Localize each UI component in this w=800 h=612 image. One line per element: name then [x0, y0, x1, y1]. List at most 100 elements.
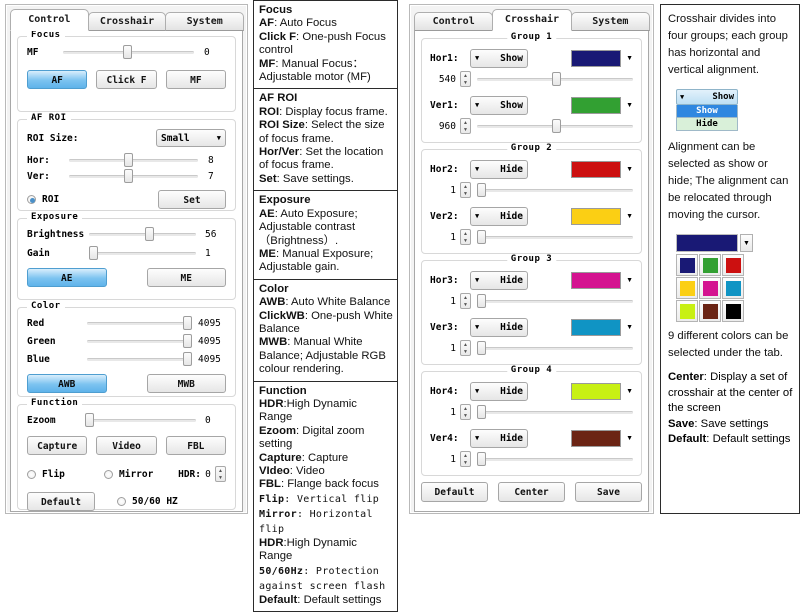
stepper-down-icon[interactable]: ▼: [463, 461, 468, 465]
stepper-down-icon[interactable]: ▼: [463, 239, 468, 243]
gain-slider[interactable]: [89, 247, 196, 259]
chevron-down-icon[interactable]: ▼: [626, 388, 633, 395]
demo-option-show[interactable]: Show: [676, 105, 738, 118]
stepper-up-icon[interactable]: ▲: [463, 121, 468, 125]
roi-radio[interactable]: [27, 195, 36, 204]
red-slider[interactable]: [87, 317, 192, 329]
position-slider-knob[interactable]: [477, 294, 486, 308]
video-button[interactable]: Video: [96, 436, 156, 455]
roi-size-combo[interactable]: Small ▼: [156, 129, 226, 147]
position-slider[interactable]: [477, 231, 633, 243]
roi-ver-knob[interactable]: [124, 169, 133, 183]
palette-swatch-2[interactable]: [699, 254, 721, 276]
position-stepper[interactable]: ▲▼: [460, 229, 471, 245]
hz-radio[interactable]: [117, 497, 126, 506]
palette-swatch-3[interactable]: [722, 254, 744, 276]
mf-slider[interactable]: [63, 46, 194, 58]
stepper-down-icon[interactable]: ▼: [218, 476, 223, 480]
stepper-up-icon[interactable]: ▲: [463, 343, 468, 347]
position-stepper[interactable]: ▲▼: [460, 71, 471, 87]
position-slider-knob[interactable]: [477, 230, 486, 244]
palette-swatch-6[interactable]: [722, 277, 744, 299]
stepper-down-icon[interactable]: ▼: [463, 414, 468, 418]
click-f-button[interactable]: Click F: [96, 70, 156, 89]
palette-current-swatch[interactable]: [676, 234, 738, 252]
crosshair-center-button[interactable]: Center: [498, 482, 565, 502]
roi-hor-knob[interactable]: [124, 153, 133, 167]
palette-swatch-1[interactable]: [676, 254, 698, 276]
demo-combo-closed[interactable]: ▼ Show: [676, 89, 738, 105]
awb-button[interactable]: AWB: [27, 374, 107, 393]
color-swatch-hor1[interactable]: [571, 50, 621, 67]
stepper-up-icon[interactable]: ▲: [463, 74, 468, 78]
crosshair-save-button[interactable]: Save: [575, 482, 642, 502]
visibility-combo-ver2[interactable]: ▼Hide: [470, 207, 528, 226]
visibility-combo-hor1[interactable]: ▼Show: [470, 49, 528, 68]
chevron-down-icon[interactable]: ▼: [626, 166, 633, 173]
stepper-up-icon[interactable]: ▲: [463, 185, 468, 189]
palette-swatch-8[interactable]: [699, 300, 721, 322]
color-picker-demo[interactable]: ▼: [676, 234, 794, 322]
stepper-up-icon[interactable]: ▲: [218, 469, 223, 473]
show-hide-dropdown-demo[interactable]: ▼ Show Show Hide: [676, 89, 794, 131]
position-slider[interactable]: [477, 73, 633, 85]
position-stepper[interactable]: ▲▼: [460, 293, 471, 309]
function-default-button[interactable]: Default: [27, 492, 95, 511]
mirror-radio[interactable]: [104, 470, 113, 479]
color-swatch-hor2[interactable]: [571, 161, 621, 178]
ae-button[interactable]: AE: [27, 268, 107, 287]
brightness-knob[interactable]: [145, 227, 154, 241]
mf-button[interactable]: MF: [166, 70, 226, 89]
visibility-combo-hor3[interactable]: ▼Hide: [470, 271, 528, 290]
chevron-down-icon[interactable]: ▼: [626, 277, 633, 284]
stepper-down-icon[interactable]: ▼: [463, 303, 468, 307]
mf-slider-knob[interactable]: [123, 45, 132, 59]
stepper-up-icon[interactable]: ▲: [463, 407, 468, 411]
me-button[interactable]: ME: [147, 268, 227, 287]
set-button[interactable]: Set: [158, 190, 226, 209]
ezoom-slider[interactable]: [85, 414, 196, 426]
palette-swatch-4[interactable]: [676, 277, 698, 299]
chevron-down-icon[interactable]: ▼: [626, 102, 633, 109]
palette-swatch-9[interactable]: [722, 300, 744, 322]
blue-slider[interactable]: [87, 353, 192, 365]
position-slider[interactable]: [477, 120, 633, 132]
roi-ver-slider[interactable]: [69, 170, 198, 182]
visibility-combo-hor2[interactable]: ▼Hide: [470, 160, 528, 179]
green-knob[interactable]: [183, 334, 192, 348]
ezoom-knob[interactable]: [85, 413, 94, 427]
tab-control-right[interactable]: Control: [414, 12, 493, 31]
palette-swatch-7[interactable]: [676, 300, 698, 322]
palette-swatch-5[interactable]: [699, 277, 721, 299]
color-swatch-ver4[interactable]: [571, 430, 621, 447]
chevron-down-icon[interactable]: ▼: [626, 435, 633, 442]
position-slider-knob[interactable]: [552, 119, 561, 133]
tab-control-left[interactable]: Control: [10, 9, 89, 31]
color-swatch-hor3[interactable]: [571, 272, 621, 289]
position-slider[interactable]: [477, 453, 633, 465]
position-stepper[interactable]: ▲▼: [460, 182, 471, 198]
stepper-down-icon[interactable]: ▼: [463, 128, 468, 132]
position-slider[interactable]: [477, 295, 633, 307]
fbl-button[interactable]: FBL: [166, 436, 226, 455]
stepper-down-icon[interactable]: ▼: [463, 81, 468, 85]
stepper-down-icon[interactable]: ▼: [463, 350, 468, 354]
green-slider[interactable]: [87, 335, 192, 347]
palette-dropdown-arrow[interactable]: ▼: [740, 234, 753, 252]
color-swatch-ver3[interactable]: [571, 319, 621, 336]
color-swatch-hor4[interactable]: [571, 383, 621, 400]
demo-option-hide[interactable]: Hide: [676, 118, 738, 131]
position-slider[interactable]: [477, 184, 633, 196]
brightness-slider[interactable]: [89, 228, 196, 240]
chevron-down-icon[interactable]: ▼: [626, 213, 633, 220]
visibility-combo-hor4[interactable]: ▼Hide: [470, 382, 528, 401]
position-stepper[interactable]: ▲▼: [460, 451, 471, 467]
position-slider-knob[interactable]: [477, 341, 486, 355]
position-slider[interactable]: [477, 406, 633, 418]
red-knob[interactable]: [183, 316, 192, 330]
position-stepper[interactable]: ▲▼: [460, 404, 471, 420]
visibility-combo-ver3[interactable]: ▼Hide: [470, 318, 528, 337]
position-slider-knob[interactable]: [552, 72, 561, 86]
chevron-down-icon[interactable]: ▼: [626, 55, 633, 62]
roi-hor-slider[interactable]: [69, 154, 198, 166]
